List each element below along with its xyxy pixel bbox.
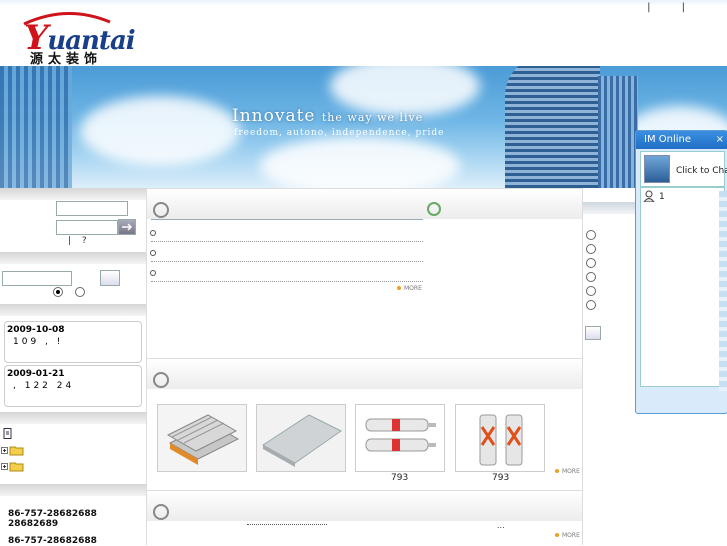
news-text: , 122 24	[13, 381, 75, 391]
banner-sub-slogan: freedom, autono, independence, pride	[234, 128, 445, 138]
bottom-text: ...	[497, 521, 505, 530]
tree-folder-item[interactable]	[1, 444, 25, 459]
divider	[151, 219, 423, 220]
sealant-tubes-image	[365, 418, 436, 452]
more-label: MORE	[404, 285, 422, 292]
document-icon[interactable]	[3, 428, 12, 442]
slogan-main: Innovate	[232, 106, 316, 126]
poll-submit-button[interactable]	[585, 326, 601, 340]
im-side-watermark	[719, 191, 727, 391]
product-thumbnail[interactable]	[455, 404, 545, 472]
more-link[interactable]: MORE	[555, 468, 580, 475]
slogan-tail: the way we live	[321, 111, 424, 124]
news-item[interactable]: 2009-10-08 109 , !	[4, 321, 142, 363]
more-dot-icon	[555, 533, 559, 537]
im-title: IM Online	[644, 134, 692, 145]
more-dot-icon	[397, 286, 401, 290]
user-icon[interactable]	[643, 190, 655, 202]
poll-option-radio[interactable]	[586, 258, 596, 268]
im-online-panel: IM Online × Click to Chat 1	[635, 130, 727, 414]
divider	[247, 524, 327, 525]
news-date: 2009-10-08	[7, 325, 65, 335]
avatar	[644, 155, 670, 183]
password-input[interactable]	[56, 220, 118, 235]
main-column: MORE MORE ... MORE	[146, 188, 583, 545]
tower-side-image	[598, 76, 638, 188]
more-label: MORE	[562, 532, 580, 539]
poll-option-radio[interactable]	[586, 244, 596, 254]
left-column: | ? 2009-10-08 109 , ! 2009-01-21 , 122 …	[0, 188, 146, 546]
login-header-bar	[0, 188, 146, 200]
section-logo-icon	[153, 504, 169, 520]
section-logo-icon	[153, 372, 169, 388]
news-header-bar	[0, 304, 146, 316]
divider	[151, 261, 423, 262]
folder-expand-icon	[1, 462, 24, 472]
search-option-radio-1[interactable]	[53, 287, 63, 297]
list-bullet-icon	[150, 250, 156, 256]
contact-header-bar	[0, 484, 146, 496]
login-arrow-button[interactable]	[118, 219, 136, 235]
list-bullet-icon	[150, 270, 156, 276]
product-thumbnail[interactable]	[355, 404, 445, 472]
top-strip	[0, 0, 727, 6]
product-thumbnail[interactable]	[157, 404, 247, 472]
green-badge-icon	[427, 202, 441, 216]
contact-count: 1	[659, 192, 665, 202]
hero-banner: Innovate the way we live freedom, autono…	[0, 66, 727, 188]
click-to-chat-label[interactable]: Click to Chat	[676, 166, 727, 176]
product-caption: 793	[492, 473, 510, 483]
news-text: 109 , !	[13, 337, 64, 347]
search-option-radio-2[interactable]	[75, 287, 85, 297]
section-header-cases	[147, 490, 583, 521]
panel-layers-image	[166, 414, 240, 465]
list-bullet-icon	[150, 230, 156, 236]
news-date: 2009-01-21	[7, 369, 65, 379]
more-dot-icon	[555, 469, 559, 473]
poll-option-radio[interactable]	[586, 286, 596, 296]
product-thumbnail[interactable]	[256, 404, 346, 472]
section-logo-icon	[153, 202, 169, 218]
banner-slogan: Innovate the way we live	[232, 106, 423, 126]
product-caption: 793	[391, 473, 409, 483]
search-header-bar	[0, 252, 146, 264]
aluminium-panel-image	[262, 414, 342, 467]
news-item[interactable]: 2009-01-21 , 122 24	[4, 365, 142, 407]
tower-image	[505, 66, 600, 188]
poll-option-radio[interactable]	[586, 300, 596, 310]
username-input[interactable]	[56, 201, 128, 216]
im-chat-box[interactable]: Click to Chat	[640, 151, 727, 187]
divider	[151, 241, 423, 242]
im-contact-list: 1	[640, 187, 725, 387]
tree-folder-item[interactable]	[1, 460, 25, 475]
divider	[151, 281, 423, 282]
close-icon[interactable]: ×	[716, 131, 724, 149]
section-header-news	[147, 188, 583, 219]
more-link[interactable]: MORE	[397, 285, 422, 292]
im-title-bar: IM Online ×	[636, 131, 727, 149]
building-left-image	[0, 66, 72, 188]
login-help-links[interactable]: | ?	[68, 236, 91, 246]
search-button[interactable]	[100, 270, 120, 286]
header: | | Yuantai 源太装饰	[0, 0, 727, 67]
poll-option-radio[interactable]	[586, 230, 596, 240]
search-input[interactable]	[2, 271, 72, 286]
sealant-cans-image	[479, 414, 523, 466]
poll-header-bar	[583, 202, 637, 214]
folder-expand-icon	[1, 446, 24, 456]
logo-chinese: 源太装饰	[30, 52, 103, 67]
top-links[interactable]: | |	[647, 2, 699, 13]
category-header-bar	[0, 412, 146, 424]
phone-line-1: 86-757-28682688 28682689	[8, 509, 97, 529]
arrow-right-icon	[122, 223, 133, 231]
more-label: MORE	[562, 468, 580, 475]
section-header-products	[147, 358, 583, 389]
more-link[interactable]: MORE	[555, 532, 580, 539]
poll-option-radio[interactable]	[586, 272, 596, 282]
